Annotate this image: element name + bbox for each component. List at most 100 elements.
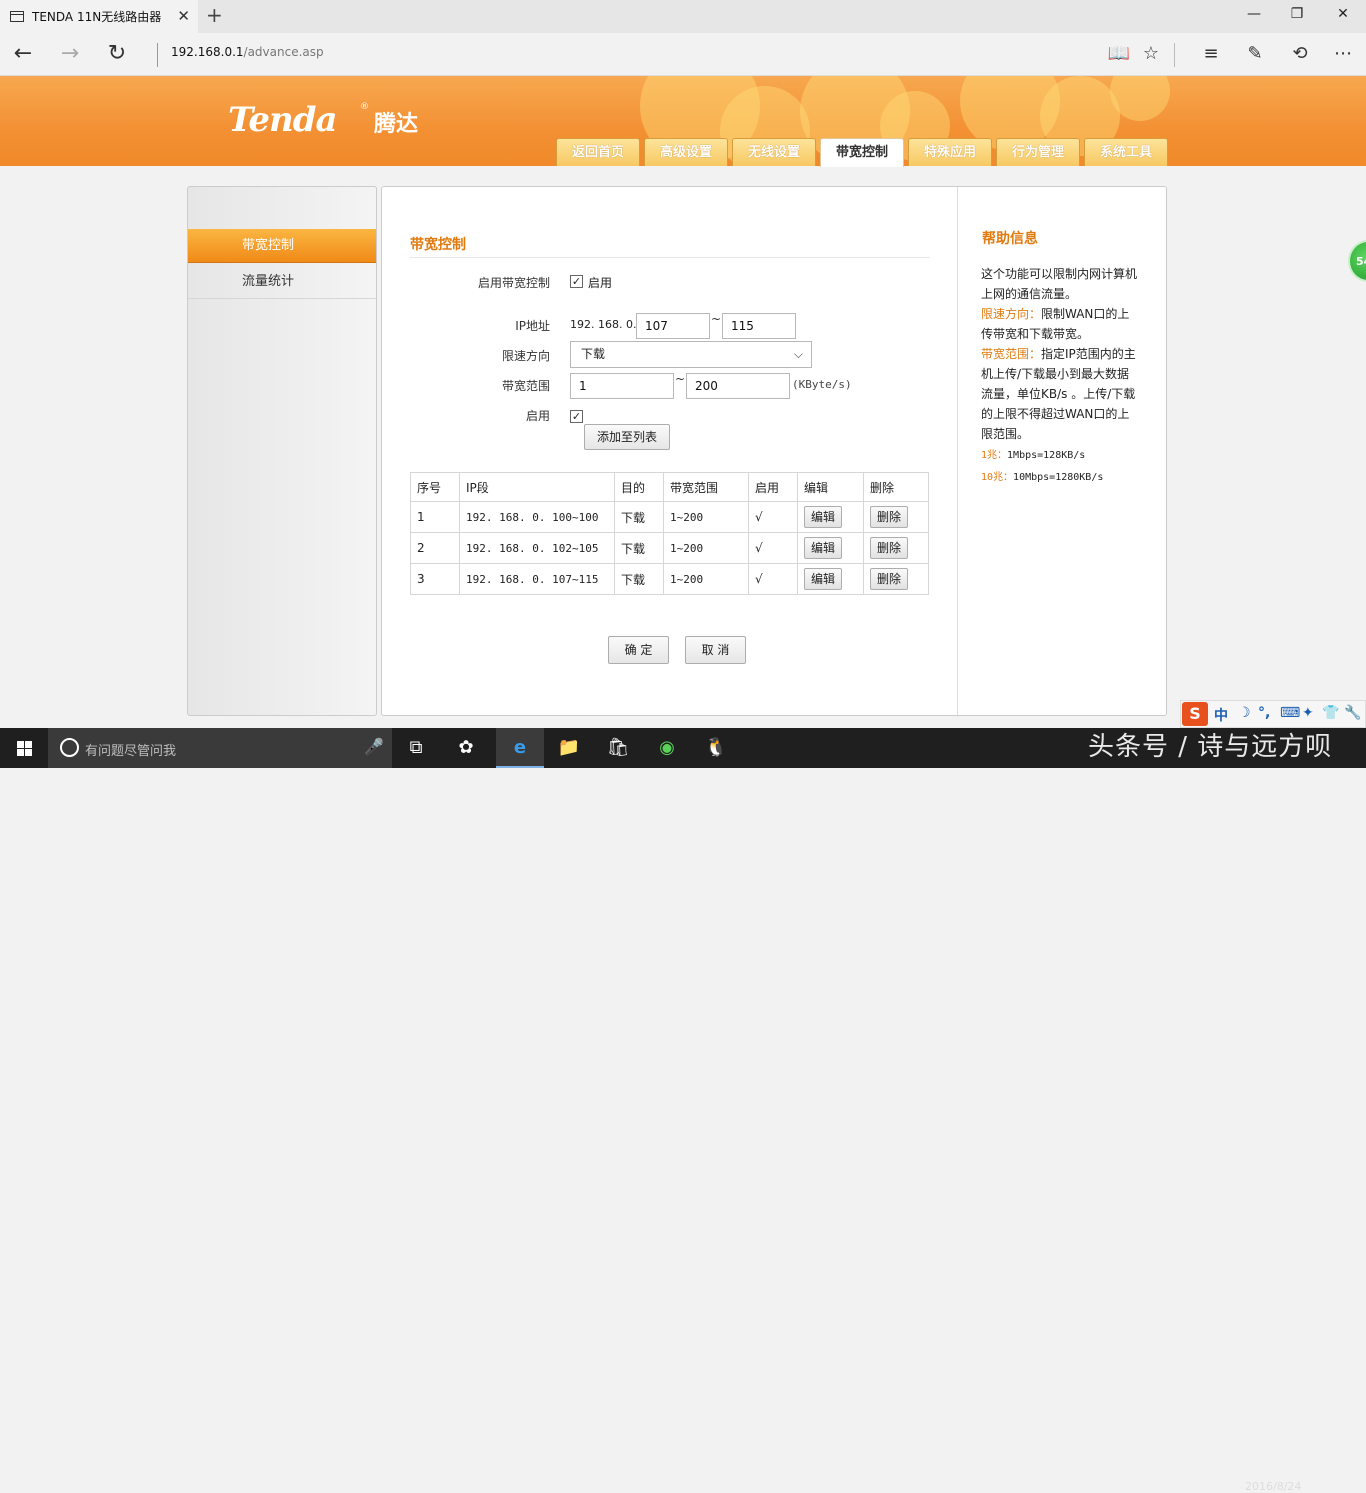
help-direction-term: 限速方向：: [981, 307, 1042, 321]
enable-rule-checkbox[interactable]: ✓: [570, 410, 583, 423]
registered-mark: ®: [360, 102, 369, 112]
tab-behavior[interactable]: 行为管理: [996, 138, 1080, 166]
confirm-button[interactable]: 确 定: [608, 636, 669, 664]
browser-titlebar: TENDA 11N无线路由器 ✕ + — ❐ ✕: [0, 0, 1366, 33]
tenda-logo: Tenda: [228, 100, 338, 140]
reading-view-icon[interactable]: 📖: [1107, 43, 1131, 65]
row-edit-cell: 编辑: [797, 501, 864, 533]
help-note2-term: 10兆：: [981, 472, 1014, 483]
table-header-row: 序号 IP段 目的 带宽范围 启用 编辑 删除: [410, 472, 929, 502]
store-icon[interactable]: 🛍: [594, 728, 642, 768]
hub-icon[interactable]: ≡: [1199, 43, 1223, 65]
ime-chinese-mode[interactable]: 中: [1214, 705, 1228, 725]
chevron-down-icon: ⌵: [793, 347, 803, 361]
add-to-list-button[interactable]: 添加至列表: [584, 424, 670, 450]
edit-button[interactable]: 编辑: [804, 568, 843, 590]
browser-app-icon[interactable]: ◉: [643, 728, 691, 768]
pinwheel-app-icon[interactable]: ✿: [442, 728, 490, 768]
tab-system-tools[interactable]: 系统工具: [1084, 138, 1168, 166]
moon-icon[interactable]: ☽: [1238, 705, 1251, 721]
col-edit: 编辑: [797, 472, 864, 502]
new-tab-button[interactable]: +: [206, 3, 223, 27]
row-direction: 下载: [614, 501, 664, 533]
edit-button[interactable]: 编辑: [804, 506, 843, 528]
row-delete-cell: 删除: [863, 501, 929, 533]
enable-rule-label: 启用: [525, 409, 550, 423]
row-range: 1~200: [663, 532, 749, 564]
watermark: 头条号 / 诗与远方呗: [1088, 732, 1333, 762]
address-input[interactable]: 192.168.0.1/advance.asp: [171, 45, 324, 59]
forward-button[interactable]: →: [55, 41, 85, 67]
wrench-icon[interactable]: 🔧: [1344, 705, 1361, 721]
browser-tab[interactable]: TENDA 11N无线路由器 ✕: [0, 0, 198, 33]
task-view-icon[interactable]: ⧉: [392, 728, 440, 768]
tab-home[interactable]: 返回首页: [556, 138, 640, 166]
keyboard-icon[interactable]: ⌨: [1280, 705, 1300, 721]
tab-advanced[interactable]: 高级设置: [644, 138, 728, 166]
ip-start-input[interactable]: 107: [636, 313, 710, 339]
col-delete: 删除: [863, 472, 929, 502]
help-note1-term: 1兆：: [981, 450, 1008, 461]
tab-wireless[interactable]: 无线设置: [732, 138, 816, 166]
range-min-input[interactable]: 1: [570, 373, 674, 399]
more-icon[interactable]: ⋯: [1331, 43, 1355, 65]
sogou-ime-icon[interactable]: S: [1182, 702, 1208, 726]
col-direction: 目的: [614, 472, 664, 502]
ip-address-label: IP地址: [515, 319, 550, 333]
minimize-button[interactable]: —: [1244, 6, 1264, 22]
cortana-search[interactable]: 有问题尽管问我 🎤: [48, 728, 392, 768]
row-edit-cell: 编辑: [797, 532, 864, 564]
edit-button[interactable]: 编辑: [804, 537, 843, 559]
refresh-button[interactable]: ↻: [102, 41, 132, 67]
close-window-button[interactable]: ✕: [1333, 6, 1353, 22]
start-button[interactable]: [0, 728, 48, 768]
direction-label: 限速方向: [501, 349, 550, 363]
enable-text: 启用: [588, 276, 613, 290]
qq-icon[interactable]: 🐧: [692, 728, 740, 768]
tab-special-apps[interactable]: 特殊应用: [908, 138, 992, 166]
main-nav: 返回首页 高级设置 无线设置 带宽控制 特殊应用 行为管理 系统工具: [556, 138, 1168, 167]
row-range: 1~200: [663, 501, 749, 533]
direction-value: 下载: [581, 347, 606, 361]
punctuation-icon[interactable]: °,: [1258, 705, 1270, 721]
delete-button[interactable]: 删除: [870, 506, 909, 528]
skin-icon[interactable]: ✦: [1302, 705, 1314, 721]
range-max-input[interactable]: 200: [686, 373, 790, 399]
tab-bandwidth[interactable]: 带宽控制: [820, 138, 904, 167]
range-separator: ~: [711, 312, 722, 326]
microphone-icon[interactable]: 🎤: [364, 737, 384, 756]
ip-prefix: 192. 168. 0.: [570, 318, 637, 331]
direction-select[interactable]: 下载 ⌵: [570, 341, 812, 368]
col-ip-range: IP段: [459, 472, 615, 502]
help-intro: 这个功能可以限制内网计算机上网的通信流量。: [981, 267, 1138, 301]
shirt-icon[interactable]: 👕: [1322, 705, 1339, 721]
back-button[interactable]: ←: [8, 41, 38, 67]
enable-bandwidth-checkbox[interactable]: ✓: [570, 275, 583, 288]
search-placeholder: 有问题尽管问我: [85, 744, 177, 759]
cancel-button[interactable]: 取 消: [685, 636, 746, 664]
share-icon[interactable]: ⟲: [1288, 43, 1312, 65]
tab-title: TENDA 11N无线路由器: [32, 10, 162, 24]
sidebar-item-traffic-stats[interactable]: 流量统计: [188, 265, 376, 299]
edge-icon[interactable]: e: [496, 728, 544, 768]
divider: [957, 187, 958, 715]
col-bandwidth: 带宽范围: [663, 472, 749, 502]
row-index: 1: [410, 501, 460, 533]
maximize-button[interactable]: ❐: [1287, 6, 1307, 22]
close-tab-icon[interactable]: ✕: [177, 7, 190, 25]
row-direction: 下载: [614, 532, 664, 564]
clock-date[interactable]: 2016/8/24: [1245, 1480, 1301, 1493]
row-enabled: √: [748, 532, 798, 564]
ip-end-input[interactable]: 115: [722, 313, 796, 339]
table-row: 2 192. 168. 0. 102~105 下载 1~200 √ 编辑 删除: [410, 532, 929, 564]
unit-label: (KByte/s): [792, 378, 852, 391]
row-range: 1~200: [663, 563, 749, 595]
tenda-logo-cn: 腾达: [374, 112, 419, 137]
sidebar-item-bandwidth[interactable]: 带宽控制: [188, 229, 376, 263]
delete-button[interactable]: 删除: [870, 568, 909, 590]
delete-button[interactable]: 删除: [870, 537, 909, 559]
floating-speed-badge[interactable]: 54: [1348, 240, 1366, 282]
file-explorer-icon[interactable]: 📁: [545, 728, 593, 768]
web-note-icon[interactable]: ✎: [1243, 43, 1267, 65]
favorite-star-icon[interactable]: ☆: [1139, 43, 1163, 65]
